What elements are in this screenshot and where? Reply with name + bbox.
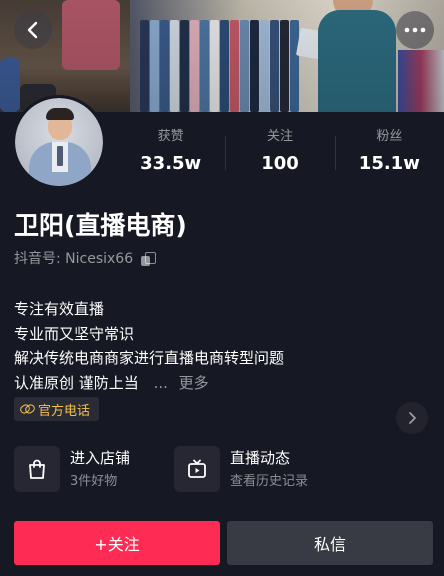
follow-button[interactable]: +关注 (14, 521, 220, 565)
stat-label: 获赞 (157, 129, 184, 144)
official-phone-tag[interactable]: 官方电话 (14, 397, 100, 421)
message-button[interactable]: 私信 (227, 521, 433, 565)
handle-text: 抖音号: Nicesix66 (14, 251, 134, 267)
stat-value: 33.5w (140, 153, 202, 174)
live-title: 直播动态 (230, 448, 291, 467)
store-subtitle: 3件好物 (70, 473, 118, 489)
stat-followers[interactable]: 粉丝 15.1w (334, 128, 444, 178)
link-icon (20, 404, 34, 414)
chevron-right-icon (409, 412, 416, 424)
chevron-left-icon (27, 21, 38, 39)
stat-value: 100 (261, 153, 299, 174)
bio-line: 专注有效直播 (14, 300, 105, 318)
stat-likes[interactable]: 获赞 33.5w (116, 128, 225, 178)
bio-line-text: 认准原创 谨防上当 (14, 373, 139, 392)
store-title: 进入店铺 (70, 448, 131, 467)
bio-line: 解决传统电商商家进行直播电商转型问题 (14, 349, 285, 367)
enter-store-entry[interactable]: 进入店铺 3件好物 (14, 445, 130, 493)
profile-bio: 专注有效直播 专业而又坚守常识 解决传统电商商家进行直播电商转型问题 认准原创 … (14, 297, 284, 395)
bio-line: 认准原创 谨防上当 ... 更多 (14, 371, 284, 396)
more-dots-icon (404, 27, 426, 33)
more-button[interactable] (396, 11, 434, 49)
back-button[interactable] (14, 11, 52, 49)
account-handle[interactable]: 抖音号: Nicesix66 (14, 249, 157, 269)
stat-value: 15.1w (358, 153, 420, 174)
stat-label: 粉丝 (376, 129, 403, 144)
avatar[interactable] (12, 95, 106, 189)
profile-name: 卫阳(直播电商) (14, 211, 187, 240)
bio-ellipsis: ... (153, 373, 168, 392)
profile-stats: 获赞 33.5w 关注 100 粉丝 15.1w (116, 128, 444, 178)
copy-icon[interactable] (141, 252, 157, 266)
expand-arrow-button[interactable] (396, 402, 428, 434)
live-tv-icon (174, 446, 220, 492)
live-history-entry[interactable]: 直播动态 查看历史记录 (174, 445, 308, 493)
bio-line: 专业而又坚守常识 (14, 324, 135, 343)
shopping-bag-icon (14, 446, 60, 492)
live-subtitle: 查看历史记录 (230, 473, 309, 489)
stat-following[interactable]: 关注 100 (225, 128, 334, 178)
official-phone-label: 官方电话 (38, 403, 91, 419)
bio-more-link[interactable]: 更多 (179, 374, 209, 392)
stat-label: 关注 (266, 129, 293, 144)
